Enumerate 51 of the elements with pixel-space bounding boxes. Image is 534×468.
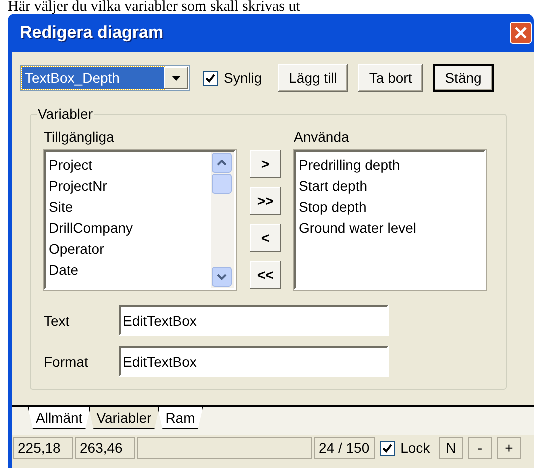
scroll-down-button[interactable] [212, 267, 232, 287]
close-button[interactable] [510, 22, 532, 44]
list-label: Använda [294, 129, 350, 145]
field-label: Format [44, 354, 90, 370]
field-label: Text [44, 312, 71, 328]
available-list[interactable]: Project ProjectNr Site DrillCompany Operator Date [44, 150, 236, 290]
tab[interactable]: Ram [158, 407, 204, 429]
status-button[interactable]: - [468, 437, 492, 459]
list-item[interactable]: Ground water level [299, 218, 484, 239]
window-title: Redigera diagram [20, 23, 164, 43]
scroll-up-button[interactable] [212, 153, 232, 173]
close-icon [514, 26, 528, 40]
tab[interactable]: Allmänt [28, 407, 91, 429]
toolbar-button[interactable]: Lägg till [278, 64, 348, 92]
scroll-thumb[interactable] [212, 174, 232, 194]
status-counter: 24 / 150 [314, 437, 375, 459]
list-item[interactable]: Stop depth [299, 197, 484, 218]
object-dropdown[interactable]: TextBox_Depth [20, 65, 190, 91]
move-button[interactable]: > [250, 150, 281, 178]
document-text: Här väljer du vilka variabler som skall skrivas ut [8, 0, 300, 14]
list-item[interactable]: Site [49, 197, 211, 218]
used-list[interactable]: Predrilling depth Start depth Stop depth Ground water level [294, 150, 486, 290]
list-item[interactable]: Start depth [299, 176, 484, 197]
checkbox[interactable] [203, 70, 218, 86]
move-button[interactable]: < [250, 224, 281, 252]
list-item[interactable]: Operator [49, 239, 211, 260]
caret-icon [172, 76, 180, 80]
status-text: 263,46 [75, 437, 135, 459]
list-label: Tillgängliga [44, 129, 116, 145]
checkbox[interactable] [380, 440, 395, 456]
toolbar-button[interactable]: Stäng [433, 64, 494, 92]
status-text: 225,18 [13, 437, 73, 459]
input-field[interactable]: EditTextBox [119, 346, 389, 377]
chevron-up-icon [217, 160, 227, 166]
move-button[interactable]: >> [250, 187, 281, 215]
input-field[interactable]: EditTextBox [119, 305, 389, 336]
status-button[interactable]: + [497, 437, 522, 459]
list-item[interactable]: ProjectNr [49, 176, 211, 197]
toolbar-button[interactable]: Ta bort [358, 64, 424, 92]
status-button[interactable]: N [439, 437, 464, 459]
list-item[interactable]: DrillCompany [49, 218, 211, 239]
scrollbar[interactable] [211, 152, 234, 288]
tab[interactable]: Variabler [88, 407, 160, 429]
list-item[interactable]: Project [49, 155, 211, 176]
move-button[interactable]: << [250, 261, 281, 289]
chevron-down-icon [217, 274, 227, 280]
list-item[interactable]: Date [49, 260, 211, 281]
list-item[interactable]: Predrilling depth [299, 155, 484, 176]
group-title: Variabler [37, 106, 94, 122]
checkbox-label: Lock [400, 440, 430, 456]
checkbox-label: Synlig [224, 70, 262, 86]
